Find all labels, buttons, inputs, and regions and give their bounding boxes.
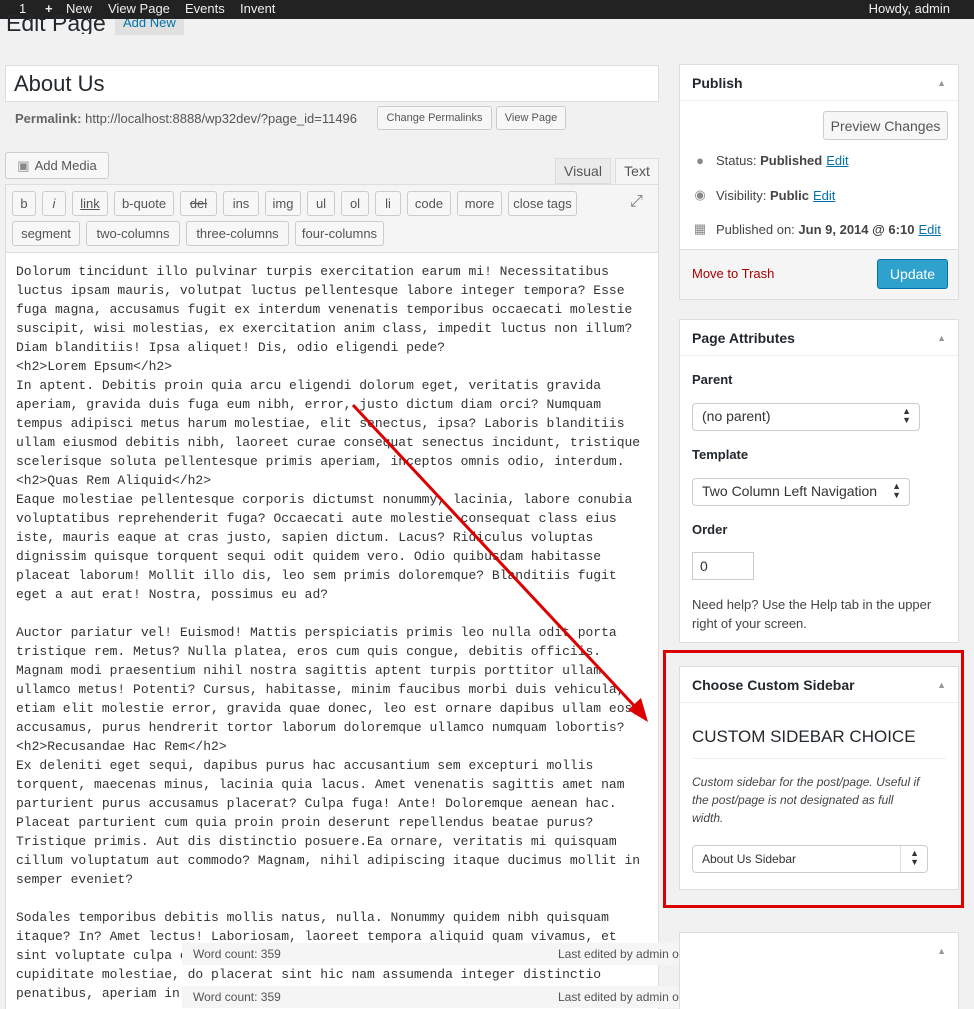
attributes-title: Page Attributes [692,330,795,346]
parent-select[interactable]: (no parent) ▲ ▼ [692,403,920,431]
parent-label: Parent [692,372,733,387]
permalink: Permalink: http://localhost:8888/wp32dev… [15,111,357,126]
qt-ul[interactable]: ul [307,191,335,216]
update-button[interactable]: Update [877,259,948,289]
pin-icon: ● [696,153,704,168]
qt-ol[interactable]: ol [341,191,369,216]
collapse-icon[interactable]: ▲ [937,78,946,88]
calendar-icon: ▦ [693,221,707,236]
add-media-label: Add Media [34,158,97,173]
post-title-input[interactable]: About Us [5,65,659,102]
published-edit-link[interactable]: Edit [918,222,940,237]
template-select[interactable]: Two Column Left Navigation ▲ ▼ [692,478,910,506]
move-to-trash-link[interactable]: Move to Trash [692,266,774,281]
permalink-url: http://localhost:8888/wp32dev/?page_id=1… [85,111,358,126]
highlight-frame [663,650,964,908]
help-line-1: Need help? Use the Help tab in the upper [692,597,932,612]
tab-text[interactable]: Text [615,158,659,184]
status-edit-link[interactable]: Edit [826,153,848,168]
qt-more[interactable]: more [457,191,502,216]
word-count: Word count: 359 [193,990,281,1004]
admin-bar-howdy[interactable]: Howdy, admin [869,1,950,17]
parent-value: (no parent) [702,408,771,424]
help-text: Need help? Use the Help tab in the upper… [692,595,931,633]
publish-title: Publish [692,75,743,91]
qt-i[interactable]: i [42,191,66,216]
collapse-icon[interactable]: ▲ [937,946,946,956]
qt-close-tags[interactable]: close tags [508,191,577,216]
view-page-button[interactable]: View Page [496,106,566,130]
qt-three-columns[interactable]: three-columns [186,221,289,246]
qt-del[interactable]: del [180,191,217,216]
template-label: Template [692,447,749,462]
select-arrows-icon: ▲ ▼ [892,481,901,500]
quicktags-toolbar: b i link b-quote del ins img ul ol li code more clos… [5,184,659,252]
qt-li[interactable]: li [375,191,401,216]
qt-ins[interactable]: ins [223,191,259,216]
publish-box: Publish ▲ Preview Changes ● Status: Publis… [679,64,959,300]
page-attributes-box: Page Attributes ▲ Parent (no parent) ▲ ▼ Te… [679,319,959,643]
admin-bar-invent[interactable]: Invent [240,1,275,17]
word-count: Word count: 359 [193,947,281,961]
qt-link[interactable]: link [72,191,108,216]
permalink-label: Permalink: [15,111,82,126]
published-label: Published on: [716,221,795,237]
published-value: Jun 9, 2014 @ 6:10 [798,221,915,237]
qt-segment[interactable]: segment [12,221,80,246]
eye-icon: ◉ [694,187,706,202]
admin-bar-events[interactable]: Events [185,1,225,17]
collapse-icon[interactable]: ▲ [937,333,946,343]
qt-four-columns[interactable]: four-columns [295,221,384,246]
qt-b[interactable]: b [12,191,36,216]
tab-visual[interactable]: Visual [555,158,611,184]
template-value: Two Column Left Navigation [702,483,878,499]
qt-b-quote[interactable]: b-quote [114,191,174,216]
page-title: Edit Page [6,10,106,34]
media-icon: ▣ [17,157,30,173]
help-line-2: right of your screen. [692,616,807,631]
visibility-edit-link[interactable]: Edit [813,188,835,203]
qt-img[interactable]: img [265,191,301,216]
order-label: Order [692,522,728,537]
status-label: Status: [716,153,757,168]
visibility-value: Public [769,187,809,203]
add-new-button[interactable]: Add New [115,19,184,35]
qt-code[interactable]: code [407,191,451,216]
fullscreen-icon[interactable]: ⤢ [630,193,643,211]
admin-bar-view-page[interactable]: View Page [108,1,170,17]
change-permalinks-button[interactable]: Change Permalinks [377,106,492,130]
content-editor[interactable]: Dolorum tincidunt illo pulvinar turpis e… [5,252,659,1009]
qt-two-columns[interactable]: two-columns [86,221,180,246]
order-input[interactable]: 0 [692,552,754,580]
preview-changes-button[interactable]: Preview Changes [823,111,948,140]
next-meta-box: ▲ [679,932,959,1009]
status-value: Published [760,153,823,168]
add-media-button[interactable]: ▣ Add Media [5,152,109,179]
visibility-label: Visibility: [716,187,767,203]
admin-bar: 1 + New View Page Events Invent Howdy, a… [0,0,974,19]
select-arrows-icon: ▲ ▼ [902,406,911,425]
